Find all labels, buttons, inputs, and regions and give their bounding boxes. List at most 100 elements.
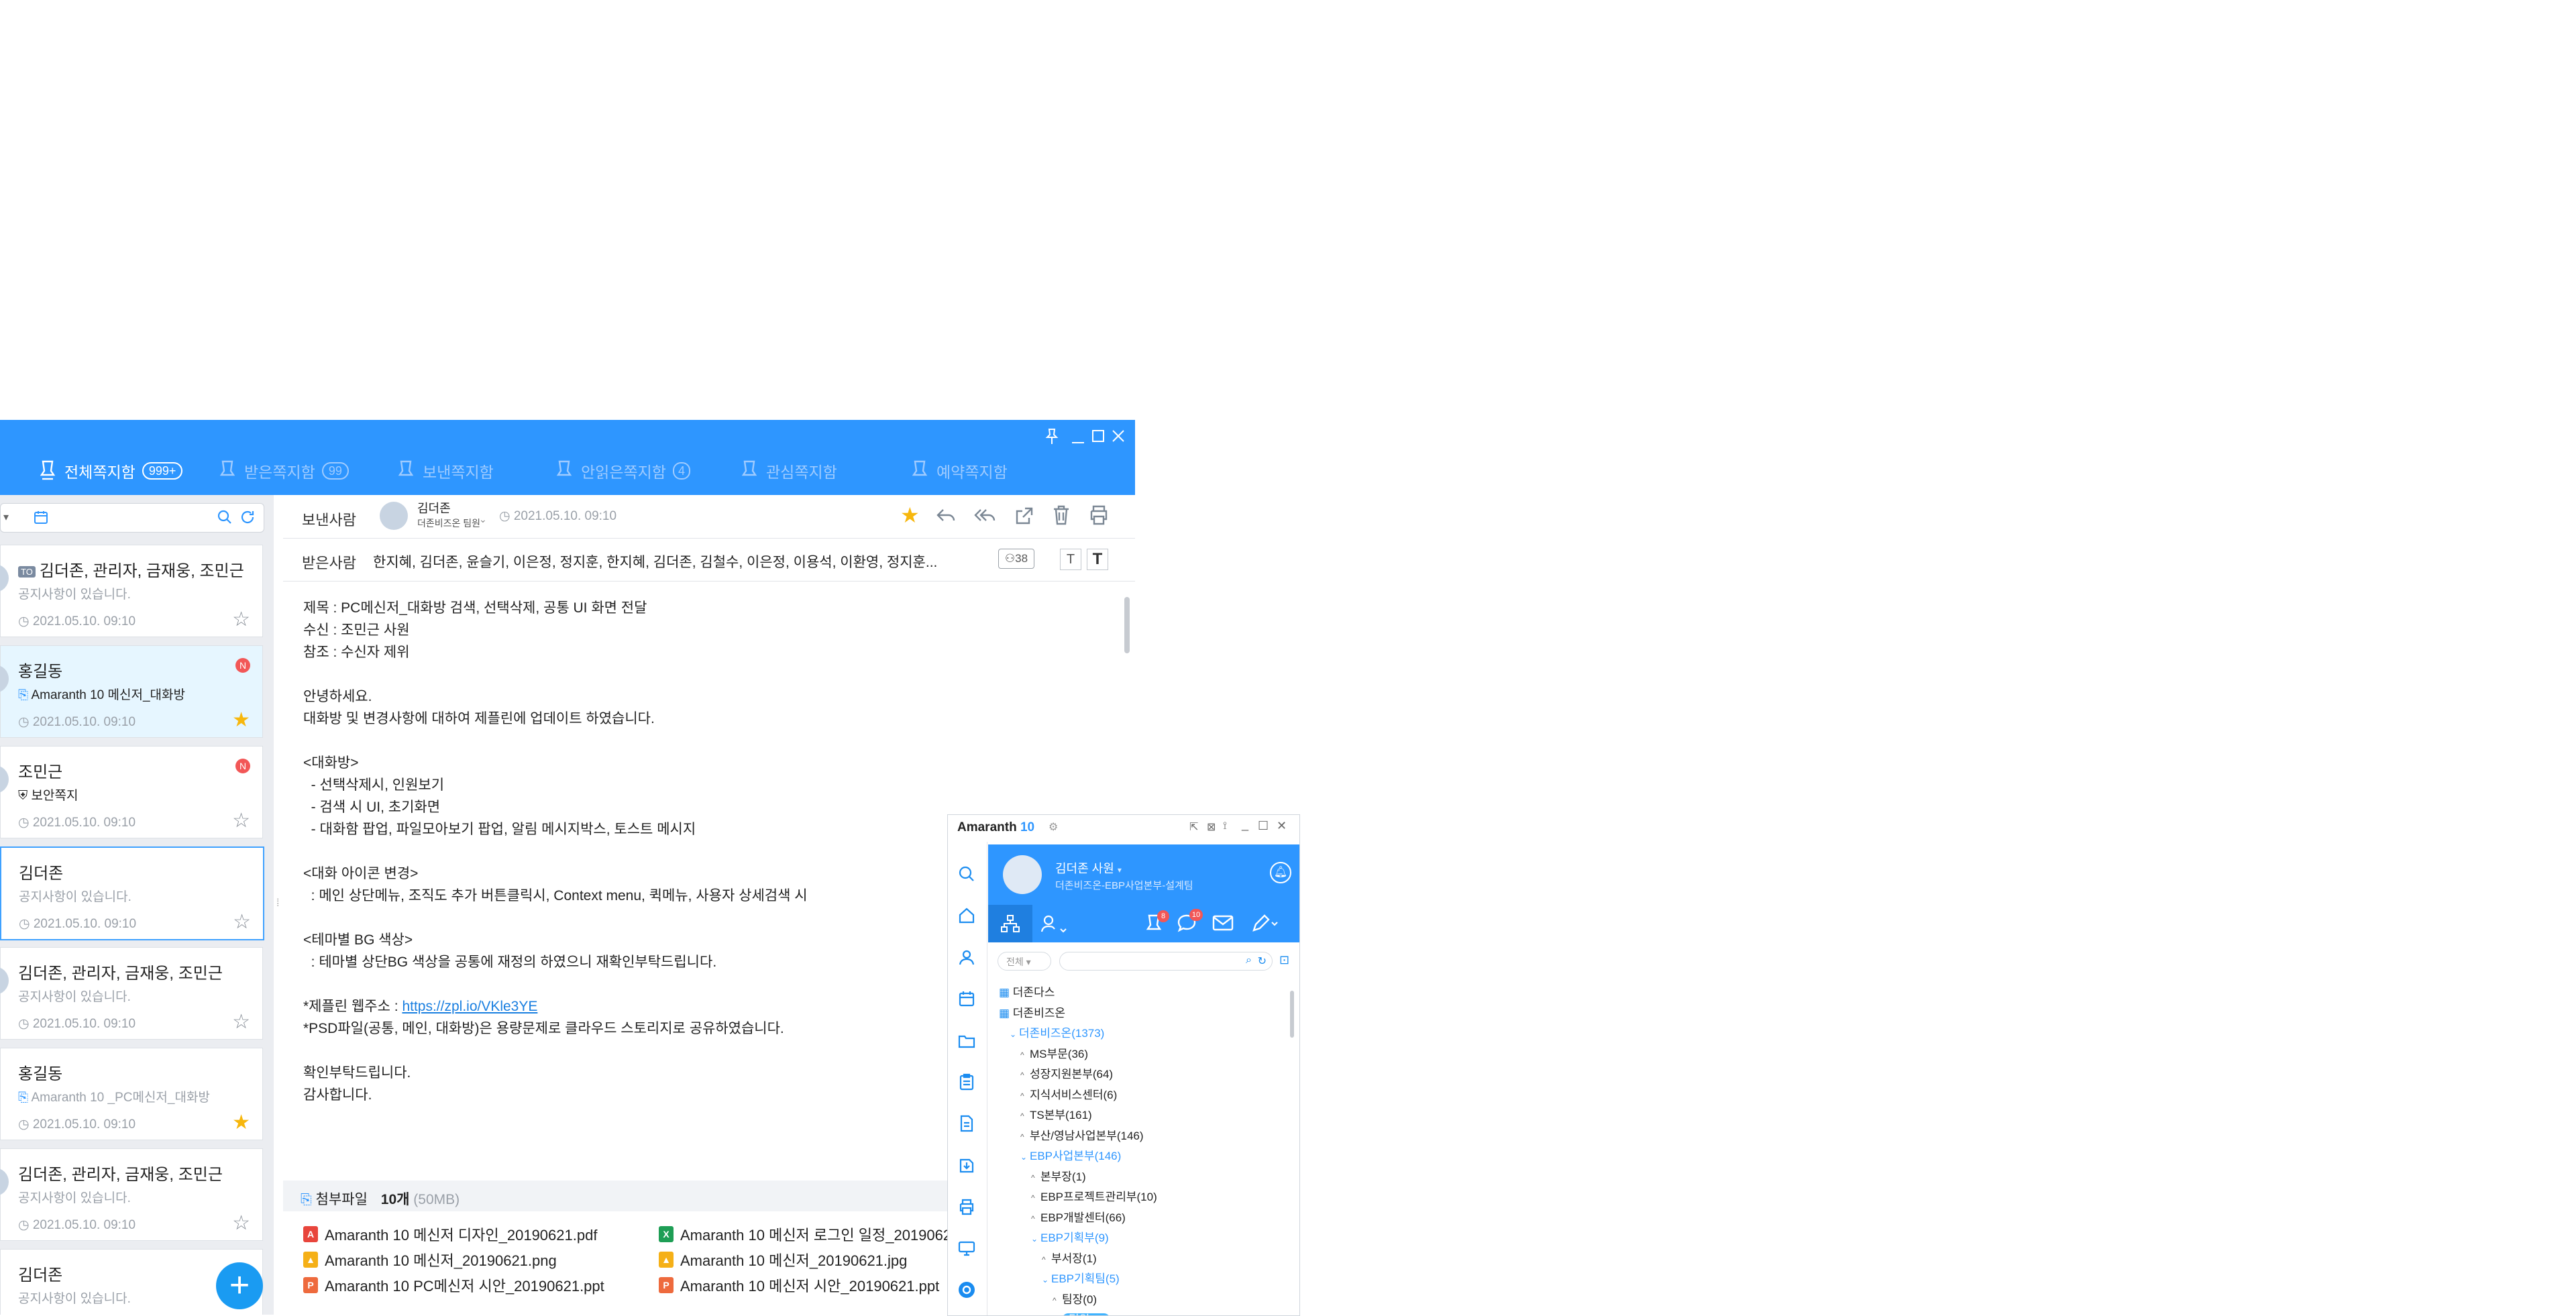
minimize-icon[interactable]: _ (1242, 818, 1248, 832)
monitor-icon[interactable] (957, 1239, 976, 1258)
tab-unread[interactable]: 안읽은쪽지함 4 (555, 457, 690, 484)
mail-icon[interactable] (1212, 914, 1234, 935)
pin-icon[interactable] (1044, 428, 1060, 448)
star-icon[interactable]: ★ (900, 504, 920, 526)
org-search-input[interactable]: ⌕ ↻ (1059, 952, 1273, 971)
tree-node[interactable]: ^ EBP프로젝트관리부(10) (1031, 1187, 1157, 1204)
tree-node[interactable]: ^ 팀장(0) (1053, 1290, 1097, 1307)
note-card[interactable]: 김더존, 관리자, 금재웅, 조민근 공지사항이 있습니다. ◷ 2021.05… (0, 1148, 263, 1241)
star-icon[interactable]: ☆ (232, 1012, 250, 1032)
search-icon[interactable] (957, 865, 976, 883)
star-icon[interactable]: ★ (232, 1113, 250, 1133)
chevron-right-icon[interactable]: ^ (1020, 1132, 1030, 1142)
reply-icon[interactable] (935, 506, 957, 530)
tree-node[interactable]: ⌄ EBP기획팀(5) (1042, 1269, 1120, 1286)
scope-select[interactable]: 전체 ▾ (998, 952, 1051, 971)
app-icon[interactable] (957, 1280, 976, 1299)
star-icon[interactable]: ☆ (232, 811, 250, 831)
tree-node[interactable]: ^ 지식서비스센터(6) (1020, 1085, 1117, 1102)
gear-icon[interactable]: ⚙ (1049, 820, 1058, 834)
attachment-file[interactable]: ▲ Amaranth 10 메신저_20190621.jpg (659, 1249, 907, 1270)
note-card[interactable]: 홍길동 ⎘ Amaranth 10 _PC메신저_대화방 ◷ 2021.05.1… (0, 1048, 263, 1140)
forward-icon[interactable] (1014, 506, 1034, 530)
star-icon[interactable]: ☆ (233, 912, 251, 932)
chevron-down-icon[interactable]: ⌄ (1042, 1275, 1051, 1284)
reply-all-icon[interactable] (974, 506, 997, 530)
tree-node[interactable]: ^ TS본부(161) (1020, 1105, 1092, 1122)
minimize-icon[interactable] (1071, 428, 1085, 448)
tree-node[interactable]: ^ 부서장(1) (1042, 1249, 1097, 1266)
trash-icon[interactable] (1052, 504, 1071, 530)
home-icon[interactable] (957, 906, 976, 925)
tab-all-notes[interactable]: 전체쪽지함 999+ (39, 457, 183, 484)
scrollbar-thumb[interactable] (1124, 597, 1130, 653)
chevron-right-icon[interactable]: ^ (1031, 1214, 1040, 1223)
note-card[interactable]: TO 김더존, 관리자, 금재웅, 조민근 공지사항이 있습니다. ◷ 2021.… (0, 545, 263, 637)
mini-mode-icon[interactable]: ⊠ (1207, 820, 1216, 834)
attachment-file[interactable]: A Amaranth 10 메신저 디자인_20190621.pdf (303, 1223, 597, 1245)
note-card[interactable]: 홍길동 ⎘ Amaranth 10 메신저_대화방 ◷ 2021.05.10. … (0, 645, 263, 738)
tree-node[interactable]: ^ EBP개발센터(66) (1031, 1208, 1126, 1225)
tree-node[interactable]: ^ 본부장(1) (1031, 1167, 1086, 1184)
tab-starred[interactable]: 관심쪽지함 (741, 457, 837, 484)
print-icon[interactable] (1088, 504, 1110, 530)
tree-node[interactable]: ▦ 더존비즈온 (999, 1003, 1065, 1020)
calendar-icon[interactable] (957, 989, 976, 1008)
expand-icon[interactable]: ⇱ (1189, 820, 1198, 834)
pin-icon[interactable]: ⟟ (1223, 820, 1227, 832)
detail-search-icon[interactable]: ⊡ (1279, 953, 1289, 967)
chevron-down-icon[interactable]: ⌄ (1020, 1152, 1030, 1162)
chevron-right-icon[interactable]: ^ (1020, 1091, 1030, 1101)
tab-received[interactable]: 받은쪽지함 99 (219, 457, 349, 484)
tree-node[interactable]: ⌄ EBP사업본부(146) (1020, 1146, 1121, 1163)
maximize-icon[interactable] (1091, 428, 1106, 448)
star-icon[interactable]: ☆ (232, 610, 250, 630)
zeplin-link[interactable]: https://zpl.io/VKle3YE (402, 999, 537, 1014)
print-icon[interactable] (957, 1197, 976, 1216)
folder-icon[interactable] (957, 1031, 976, 1050)
compose-icon[interactable] (1251, 913, 1278, 936)
date-search-input[interactable]: ▾ (0, 503, 264, 533)
chevron-down-icon[interactable]: ⌄ (1031, 1234, 1040, 1244)
close-icon[interactable] (1111, 428, 1126, 448)
search-icon[interactable] (217, 509, 233, 529)
close-icon[interactable]: ✕ (1277, 819, 1287, 833)
maximize-icon[interactable]: ☐ (1258, 819, 1269, 833)
bell-icon[interactable]: 🔔︎ (1270, 862, 1291, 883)
star-icon[interactable]: ☆ (232, 1213, 250, 1233)
attachment-file[interactable]: P Amaranth 10 PC메신저 시안_20190621.ppt (303, 1274, 604, 1296)
tree-node[interactable]: ^ MS부문(36) (1020, 1044, 1088, 1061)
note-card[interactable]: 김더존 공지사항이 있습니다. ◷ 2021.05.10. 09:10 ☆ (0, 846, 264, 940)
contacts-icon[interactable] (957, 948, 976, 967)
chevron-down-icon[interactable]: ▾ (3, 510, 9, 524)
search-icon[interactable]: ⌕ (1246, 954, 1252, 967)
document-icon[interactable] (957, 1114, 976, 1133)
splitter-handle[interactable]: ⁞ (276, 897, 279, 910)
star-icon[interactable]: ★ (232, 710, 250, 730)
recipient-count-button[interactable]: ⚇38 (998, 549, 1034, 569)
tree-node[interactable]: ^ 성장지원본부(64) (1020, 1064, 1113, 1081)
tree-node[interactable]: ⌄ 더존비즈온(1373) (1010, 1024, 1104, 1040)
note-card[interactable]: 조민근 ⛨ 보안쪽지 ◷ 2021.05.10. 09:10 N ☆ (0, 746, 263, 838)
tree-node[interactable]: ⌄ EBP기획부(9) (1031, 1228, 1109, 1245)
refresh-icon[interactable] (239, 509, 256, 529)
refresh-icon[interactable]: ↻ (1258, 954, 1267, 968)
avatar[interactable] (1003, 855, 1042, 894)
tab-sent[interactable]: 보낸쪽지함 (397, 457, 494, 484)
chevron-down-icon[interactable]: ⌄ (479, 514, 487, 525)
chevron-right-icon[interactable]: ^ (1031, 1173, 1040, 1183)
scrollbar-thumb[interactable] (1290, 991, 1294, 1038)
org-chart-tab[interactable] (988, 905, 1032, 942)
attachment-file[interactable]: P Amaranth 10 메신저 시안_20190621.ppt (659, 1274, 939, 1296)
calendar-icon[interactable] (33, 509, 49, 529)
chat-icon[interactable]: 10 (1176, 909, 1203, 936)
tree-node[interactable]: ^ 부산/영남사업본부(146) (1020, 1126, 1144, 1143)
attachment-file[interactable]: X Amaranth 10 메신저 로그인 일정_20190621 (659, 1223, 959, 1245)
note-card[interactable]: 김더존, 관리자, 금재웅, 조민근 공지사항이 있습니다. ◷ 2021.05… (0, 947, 263, 1040)
clipboard-icon[interactable] (957, 1073, 976, 1091)
user-name[interactable]: 김더존 사원 ▾ (1055, 859, 1122, 877)
attachment-file[interactable]: ▲ Amaranth 10 메신저_20190621.png (303, 1249, 557, 1270)
chevron-right-icon[interactable]: ^ (1020, 1071, 1030, 1080)
chevron-right-icon[interactable]: ^ (1042, 1255, 1051, 1264)
user-search-icon[interactable] (1040, 914, 1067, 936)
